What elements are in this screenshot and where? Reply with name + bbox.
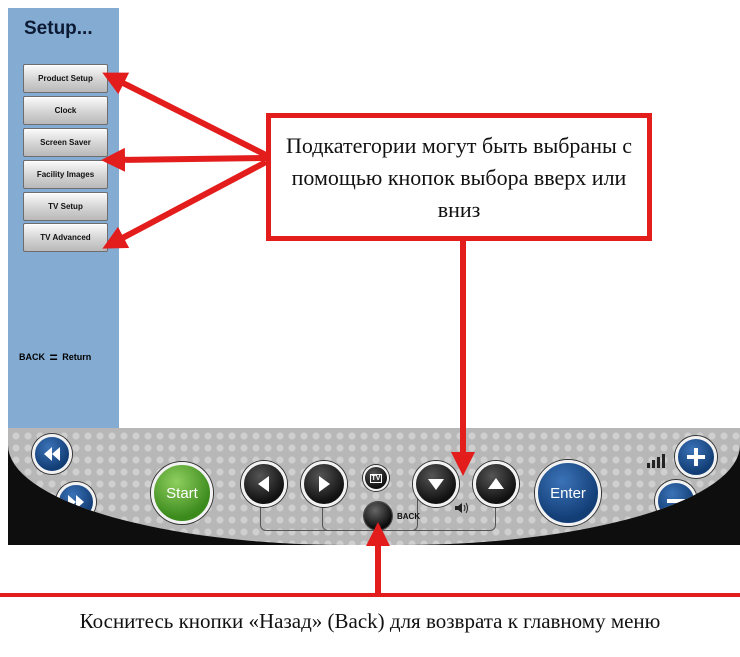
footer-caption: Коснитесь кнопки «Назад» (Back) для возв…	[79, 609, 661, 633]
arrow-facility-images	[101, 147, 267, 172]
footer-divider	[0, 593, 740, 597]
arrow-tv-advanced	[102, 159, 268, 249]
arrow-product-setup	[102, 72, 268, 158]
annotation-arrows	[101, 72, 475, 594]
